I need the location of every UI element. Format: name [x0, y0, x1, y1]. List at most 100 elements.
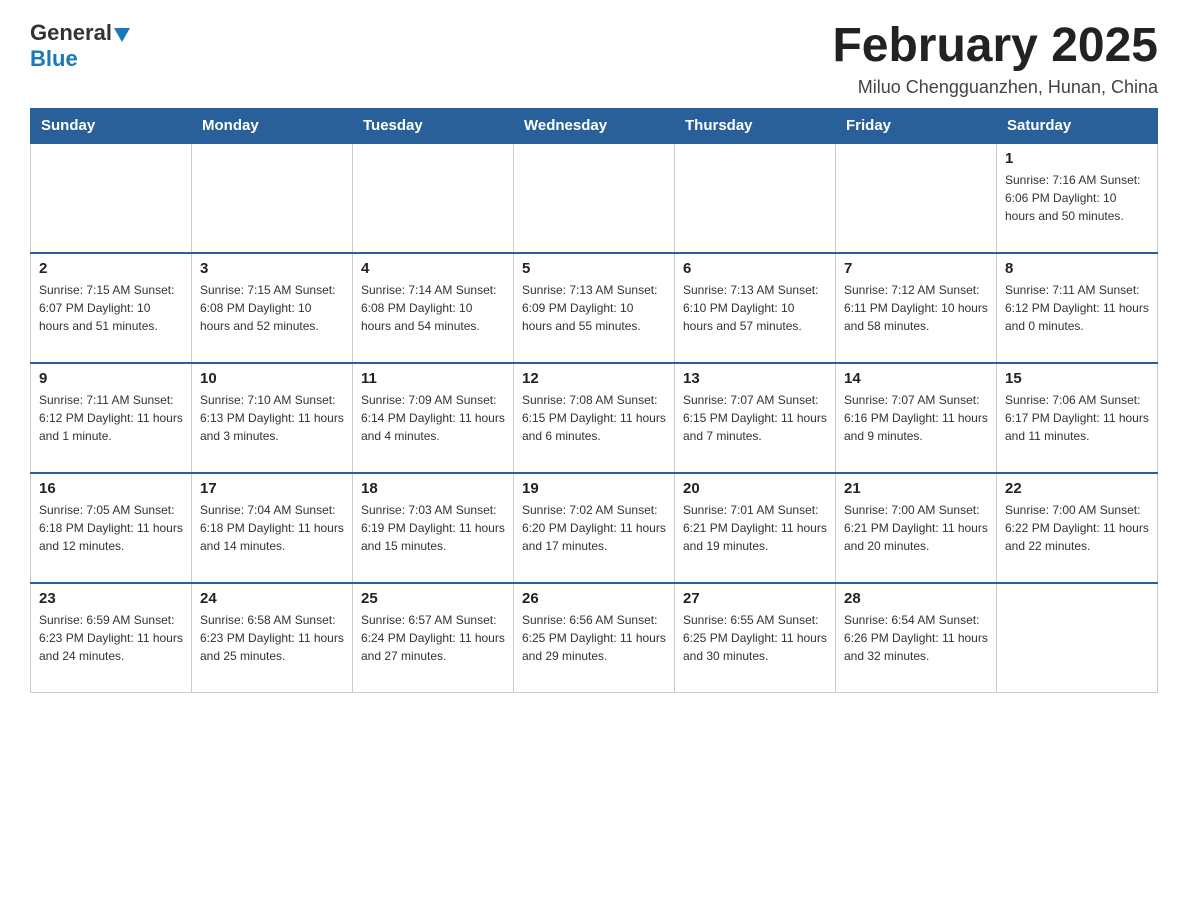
day-number: 17 — [200, 480, 344, 497]
day-info: Sunrise: 6:55 AM Sunset: 6:25 PM Dayligh… — [683, 611, 827, 665]
day-number: 4 — [361, 260, 505, 277]
day-number: 5 — [522, 260, 666, 277]
weekday-header-sunday: Sunday — [31, 108, 192, 143]
day-number: 28 — [844, 590, 988, 607]
day-number: 26 — [522, 590, 666, 607]
day-number: 2 — [39, 260, 183, 277]
day-number: 24 — [200, 590, 344, 607]
day-info: Sunrise: 6:58 AM Sunset: 6:23 PM Dayligh… — [200, 611, 344, 665]
day-number: 8 — [1005, 260, 1149, 277]
logo-general-text: General — [30, 20, 112, 46]
calendar-cell: 16Sunrise: 7:05 AM Sunset: 6:18 PM Dayli… — [31, 473, 192, 583]
day-number: 15 — [1005, 370, 1149, 387]
calendar-cell — [997, 583, 1158, 693]
day-number: 10 — [200, 370, 344, 387]
logo: General Blue — [30, 20, 134, 72]
calendar-cell: 28 Sunrise: 6:54 AM Sunset: 6:26 PM Dayli… — [836, 583, 997, 693]
day-number: 12 — [522, 370, 666, 387]
weekday-header-tuesday: Tuesday — [353, 108, 514, 143]
calendar-cell: 20 Sunrise: 7:01 AM Sunset: 6:21 PM Dayli… — [675, 473, 836, 583]
calendar-cell — [514, 143, 675, 253]
calendar-table: SundayMondayTuesdayWednesdayThursdayFrid… — [30, 108, 1158, 694]
day-number: 23 — [39, 590, 183, 607]
day-number: 16 — [39, 480, 183, 497]
day-number: 18 — [361, 480, 505, 497]
day-info: Sunrise: 7:13 AM Sunset: 6:09 PM Dayligh… — [522, 281, 666, 335]
calendar-cell: 14Sunrise: 7:07 AM Sunset: 6:16 PM Dayli… — [836, 363, 997, 473]
calendar-cell: 7 Sunrise: 7:12 AM Sunset: 6:11 PM Daylig… — [836, 253, 997, 363]
day-info: Sunrise: 7:04 AM Sunset: 6:18 PM Dayligh… — [200, 501, 344, 555]
calendar-cell: 22 Sunrise: 7:00 AM Sunset: 6:22 PM Dayli… — [997, 473, 1158, 583]
day-number: 19 — [522, 480, 666, 497]
weekday-header-row: SundayMondayTuesdayWednesdayThursdayFrid… — [31, 108, 1158, 143]
day-number: 9 — [39, 370, 183, 387]
calendar-cell: 19 Sunrise: 7:02 AM Sunset: 6:20 PM Dayli… — [514, 473, 675, 583]
day-number: 20 — [683, 480, 827, 497]
day-info: Sunrise: 7:01 AM Sunset: 6:21 PM Dayligh… — [683, 501, 827, 555]
day-number: 27 — [683, 590, 827, 607]
calendar-cell: 21Sunrise: 7:00 AM Sunset: 6:21 PM Dayli… — [836, 473, 997, 583]
calendar-cell: 3Sunrise: 7:15 AM Sunset: 6:08 PM Daylig… — [192, 253, 353, 363]
day-info: Sunrise: 7:16 AM Sunset: 6:06 PM Dayligh… — [1005, 171, 1149, 225]
calendar-cell: 11 Sunrise: 7:09 AM Sunset: 6:14 PM Dayli… — [353, 363, 514, 473]
weekday-header-friday: Friday — [836, 108, 997, 143]
calendar-cell: 26 Sunrise: 6:56 AM Sunset: 6:25 PM Dayli… — [514, 583, 675, 693]
day-info: Sunrise: 7:00 AM Sunset: 6:22 PM Dayligh… — [1005, 501, 1149, 555]
day-info: Sunrise: 7:11 AM Sunset: 6:12 PM Dayligh… — [39, 391, 183, 445]
day-info: Sunrise: 6:57 AM Sunset: 6:24 PM Dayligh… — [361, 611, 505, 665]
month-title: February 2025 — [832, 20, 1158, 73]
day-number: 1 — [1005, 150, 1149, 167]
day-info: Sunrise: 7:03 AM Sunset: 6:19 PM Dayligh… — [361, 501, 505, 555]
day-info: Sunrise: 7:11 AM Sunset: 6:12 PM Dayligh… — [1005, 281, 1149, 335]
day-number: 22 — [1005, 480, 1149, 497]
calendar-week-1: 1 Sunrise: 7:16 AM Sunset: 6:06 PM Daylig… — [31, 143, 1158, 253]
calendar-cell — [353, 143, 514, 253]
calendar-cell: 27 Sunrise: 6:55 AM Sunset: 6:25 PM Dayli… — [675, 583, 836, 693]
calendar-cell: 10Sunrise: 7:10 AM Sunset: 6:13 PM Dayli… — [192, 363, 353, 473]
day-info: Sunrise: 6:59 AM Sunset: 6:23 PM Dayligh… — [39, 611, 183, 665]
day-info: Sunrise: 6:56 AM Sunset: 6:25 PM Dayligh… — [522, 611, 666, 665]
day-number: 11 — [361, 370, 505, 387]
calendar-week-2: 2 Sunrise: 7:15 AM Sunset: 6:07 PM Daylig… — [31, 253, 1158, 363]
day-info: Sunrise: 7:15 AM Sunset: 6:08 PM Dayligh… — [200, 281, 344, 335]
calendar-cell: 2 Sunrise: 7:15 AM Sunset: 6:07 PM Daylig… — [31, 253, 192, 363]
weekday-header-wednesday: Wednesday — [514, 108, 675, 143]
day-info: Sunrise: 7:09 AM Sunset: 6:14 PM Dayligh… — [361, 391, 505, 445]
weekday-header-thursday: Thursday — [675, 108, 836, 143]
day-info: Sunrise: 7:12 AM Sunset: 6:11 PM Dayligh… — [844, 281, 988, 335]
logo-blue-text: Blue — [30, 46, 78, 71]
title-block: February 2025 Miluo Chengguanzhen, Hunan… — [832, 20, 1158, 98]
calendar-week-3: 9 Sunrise: 7:11 AM Sunset: 6:12 PM Daylig… — [31, 363, 1158, 473]
calendar-cell — [836, 143, 997, 253]
day-info: Sunrise: 6:54 AM Sunset: 6:26 PM Dayligh… — [844, 611, 988, 665]
day-number: 6 — [683, 260, 827, 277]
calendar-cell: 25 Sunrise: 6:57 AM Sunset: 6:24 PM Dayli… — [353, 583, 514, 693]
calendar-cell: 6 Sunrise: 7:13 AM Sunset: 6:10 PM Daylig… — [675, 253, 836, 363]
calendar-cell: 12Sunrise: 7:08 AM Sunset: 6:15 PM Dayli… — [514, 363, 675, 473]
weekday-header-saturday: Saturday — [997, 108, 1158, 143]
page-header: General Blue February 2025 Miluo Chenggu… — [30, 20, 1158, 98]
day-number: 21 — [844, 480, 988, 497]
calendar-cell — [31, 143, 192, 253]
day-info: Sunrise: 7:07 AM Sunset: 6:16 PM Dayligh… — [844, 391, 988, 445]
calendar-week-4: 16Sunrise: 7:05 AM Sunset: 6:18 PM Dayli… — [31, 473, 1158, 583]
calendar-cell: 23 Sunrise: 6:59 AM Sunset: 6:23 PM Dayli… — [31, 583, 192, 693]
calendar-cell: 13 Sunrise: 7:07 AM Sunset: 6:15 PM Dayli… — [675, 363, 836, 473]
calendar-cell: 5 Sunrise: 7:13 AM Sunset: 6:09 PM Daylig… — [514, 253, 675, 363]
calendar-cell: 15 Sunrise: 7:06 AM Sunset: 6:17 PM Dayli… — [997, 363, 1158, 473]
day-info: Sunrise: 7:07 AM Sunset: 6:15 PM Dayligh… — [683, 391, 827, 445]
weekday-header-monday: Monday — [192, 108, 353, 143]
calendar-cell: 1 Sunrise: 7:16 AM Sunset: 6:06 PM Daylig… — [997, 143, 1158, 253]
day-number: 7 — [844, 260, 988, 277]
day-info: Sunrise: 7:06 AM Sunset: 6:17 PM Dayligh… — [1005, 391, 1149, 445]
day-info: Sunrise: 7:13 AM Sunset: 6:10 PM Dayligh… — [683, 281, 827, 335]
calendar-cell — [675, 143, 836, 253]
day-info: Sunrise: 7:02 AM Sunset: 6:20 PM Dayligh… — [522, 501, 666, 555]
calendar-cell: 4Sunrise: 7:14 AM Sunset: 6:08 PM Daylig… — [353, 253, 514, 363]
calendar-cell — [192, 143, 353, 253]
calendar-cell: 24 Sunrise: 6:58 AM Sunset: 6:23 PM Dayli… — [192, 583, 353, 693]
day-info: Sunrise: 7:15 AM Sunset: 6:07 PM Dayligh… — [39, 281, 183, 335]
day-number: 25 — [361, 590, 505, 607]
day-number: 13 — [683, 370, 827, 387]
calendar-cell: 17 Sunrise: 7:04 AM Sunset: 6:18 PM Dayli… — [192, 473, 353, 583]
